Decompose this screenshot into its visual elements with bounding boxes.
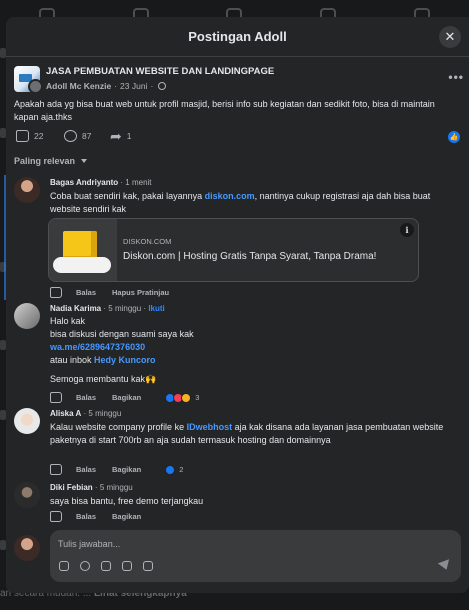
preview-title: Diskon.com | Hosting Gratis Tanpa Syarat… xyxy=(123,251,377,262)
modal-header: Postingan Adoll ✕ xyxy=(6,17,469,57)
share-button[interactable]: Bagikan xyxy=(112,393,141,402)
sort-label: Paling relevan xyxy=(14,156,76,166)
mention-link[interactable]: Hedy Kuncoro xyxy=(94,355,156,365)
comment-icon xyxy=(64,130,77,142)
reply-button[interactable]: Balas xyxy=(76,465,96,474)
like-icon[interactable] xyxy=(50,287,62,298)
info-icon[interactable]: i xyxy=(400,223,414,237)
comment-actions: Balas Hapus Pratinjau xyxy=(50,287,169,298)
comment-time[interactable]: 5 minggu xyxy=(88,409,121,418)
comment-time[interactable]: 5 minggu xyxy=(108,304,141,313)
like-icon[interactable] xyxy=(50,392,62,403)
avatar[interactable] xyxy=(14,303,40,329)
author-avatar[interactable] xyxy=(28,79,43,94)
modal-title: Postingan Adoll xyxy=(188,29,287,44)
commenter-name[interactable]: Bagas Andriyanto xyxy=(50,178,118,187)
like-icon xyxy=(16,130,29,142)
comment-link[interactable]: diskon.com xyxy=(205,191,255,201)
camera-icon[interactable] xyxy=(101,561,111,571)
like-button[interactable]: 22 xyxy=(16,130,43,142)
avatar[interactable] xyxy=(14,482,40,508)
follow-button[interactable]: Ikuti xyxy=(148,304,164,313)
reaction-summary[interactable]: 2 xyxy=(165,464,184,475)
preview-thumbnail xyxy=(49,219,117,281)
reply-button[interactable]: Balas xyxy=(76,393,96,402)
reply-placeholder: Tulis jawaban... xyxy=(58,539,121,549)
group-name[interactable]: JASA PEMBUATAN WEBSITE DAN LANDINGPAGE xyxy=(46,66,274,77)
whatsapp-link[interactable]: wa.me/6289647376030 xyxy=(50,341,450,354)
avatar[interactable] xyxy=(14,177,40,203)
comment-text: Kalau website company profile ke IDwebho… xyxy=(50,422,444,445)
sticker-icon[interactable] xyxy=(143,561,153,571)
preview-domain: DISKON.COM xyxy=(123,237,172,246)
reply-input[interactable]: Tulis jawaban... xyxy=(50,530,461,582)
comment-time[interactable]: 5 minggu xyxy=(100,483,133,492)
commenter-name[interactable]: Diki Febian xyxy=(50,483,93,492)
reaction-summary[interactable]: 3 xyxy=(165,392,200,403)
commenter-name[interactable]: Aliska A xyxy=(50,409,81,418)
author-name[interactable]: Adoll Mc Kenzie xyxy=(46,81,111,91)
send-icon[interactable] xyxy=(437,559,453,572)
comment-actions: Balas Bagikan 3 xyxy=(50,392,199,403)
share-button[interactable]: Bagikan xyxy=(112,512,141,521)
comment-button[interactable]: 87 xyxy=(64,130,91,142)
more-options-icon[interactable]: ••• xyxy=(448,70,464,84)
chevron-down-icon xyxy=(81,159,88,163)
post-text: Apakah ada yg bisa buat web untuk profil… xyxy=(14,99,435,122)
avatar[interactable] xyxy=(14,408,40,434)
share-button[interactable]: ➦ 1 xyxy=(110,128,132,144)
avatar xyxy=(14,535,40,561)
comment-actions: Balas Bagikan xyxy=(50,511,141,522)
post-date[interactable]: 23 Juni xyxy=(120,81,147,91)
share-count: 1 xyxy=(126,131,132,141)
gif-icon[interactable] xyxy=(122,561,132,571)
reply-composer: Tulis jawaban... xyxy=(14,530,461,582)
post-stats: 22 87 ➦ 1 👍 xyxy=(14,128,464,146)
reaction-count: 3 xyxy=(195,393,200,402)
care-reaction-icon xyxy=(181,392,192,403)
avatar-sticker-icon[interactable] xyxy=(59,561,69,571)
commenter-name[interactable]: Nadia Karima xyxy=(50,304,101,313)
comment-text: Coba buat sendiri kak, pakai layannya di… xyxy=(50,191,431,214)
globe-icon xyxy=(158,82,167,90)
comment-time[interactable]: 1 menit xyxy=(125,178,151,187)
share-button[interactable]: Bagikan xyxy=(112,465,141,474)
like-reaction-icon[interactable]: 👍 xyxy=(448,131,460,143)
like-icon[interactable] xyxy=(50,511,62,522)
comment-actions: Balas Bagikan 2 xyxy=(50,464,183,475)
comment-count: 87 xyxy=(82,131,92,141)
reply-button[interactable]: Balas xyxy=(76,512,96,521)
close-button[interactable]: ✕ xyxy=(439,26,461,48)
like-count: 22 xyxy=(34,131,44,141)
comment-text: saya bisa bantu, free demo terjangkau xyxy=(50,496,204,506)
reaction-count: 2 xyxy=(179,465,184,474)
comment-link[interactable]: IDwebhost xyxy=(187,422,233,432)
post-meta: Adoll Mc Kenzie · 23 Juni · xyxy=(46,81,167,91)
comment-text: Halo kak bisa diskusi dengan suami saya … xyxy=(50,315,450,386)
share-icon: ➦ xyxy=(110,128,122,144)
like-icon[interactable] xyxy=(50,464,62,475)
close-icon: ✕ xyxy=(444,29,456,44)
link-preview-card[interactable]: DISKON.COM Diskon.com | Hosting Gratis T… xyxy=(48,218,419,282)
emoji-icon[interactable] xyxy=(80,561,90,571)
remove-preview-button[interactable]: Hapus Pratinjau xyxy=(112,288,169,297)
comment-sort-dropdown[interactable]: Paling relevan xyxy=(14,156,88,166)
post-modal: Postingan Adoll ✕ JASA PEMBUATAN WEBSITE… xyxy=(6,17,469,593)
post-header: JASA PEMBUATAN WEBSITE DAN LANDINGPAGE A… xyxy=(14,66,464,96)
reply-button[interactable]: Balas xyxy=(76,288,96,297)
like-reaction-icon xyxy=(165,464,176,475)
